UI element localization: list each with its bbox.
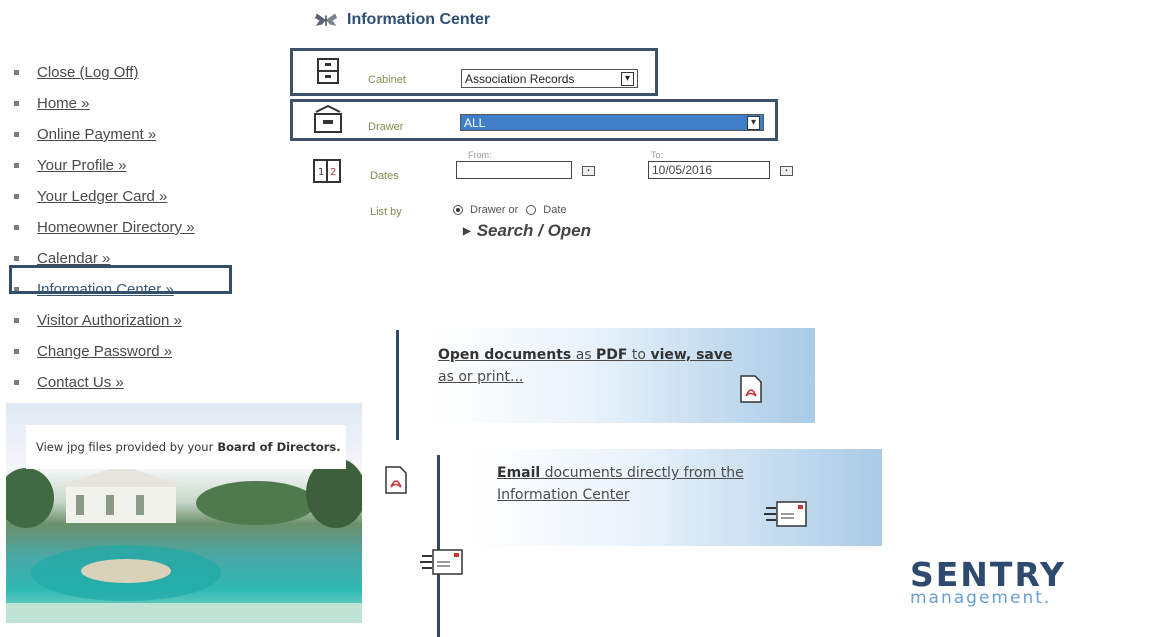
nav-link-close-log-off[interactable]: Close (Log Off): [37, 64, 138, 81]
nav-item-visitor-authorization[interactable]: Visitor Authorization »: [14, 305, 195, 336]
email-callout-line: [437, 455, 440, 637]
cabinet-select-value: Association Records: [465, 71, 575, 86]
sentry-management-logo: SENTRY management.: [910, 555, 1066, 608]
drawer-select[interactable]: ALL ▾: [460, 114, 764, 131]
bullet-icon: [14, 349, 19, 354]
nav-link-visitor-authorization[interactable]: Visitor Authorization »: [37, 312, 182, 329]
play-triangle-icon: ▶: [463, 225, 471, 237]
chevron-down-icon: ▾: [620, 71, 634, 86]
svg-text:1: 1: [318, 167, 324, 178]
radio-date[interactable]: [526, 205, 537, 215]
radio-drawer[interactable]: [453, 205, 463, 215]
radio-drawer-label: Drawer or: [470, 204, 519, 216]
nav-item-close[interactable]: Close (Log Off): [14, 57, 195, 88]
email-icon: [764, 501, 807, 527]
bullet-icon: [14, 163, 19, 168]
nav-link-your-profile[interactable]: Your Profile »: [37, 157, 127, 174]
bullet-icon: [14, 70, 19, 75]
pdf-icon: [385, 466, 407, 494]
sidebar-nav: Close (Log Off) Home » Online Payment » …: [14, 57, 195, 398]
list-by-label: List by: [370, 206, 402, 218]
bullet-icon: [14, 225, 19, 230]
photo-caption: View jpg files provided by your Board of …: [26, 425, 346, 469]
nav-item-contact-us[interactable]: Contact Us »: [14, 367, 195, 398]
drawer-label: Drawer: [368, 121, 404, 133]
drawer-select-value: ALL: [464, 115, 486, 130]
nav-link-online-payment[interactable]: Online Payment »: [37, 126, 156, 143]
nav-link-contact-us[interactable]: Contact Us »: [37, 374, 124, 391]
nav-item-change-password[interactable]: Change Password »: [14, 336, 195, 367]
nav-link-home[interactable]: Home »: [37, 95, 90, 112]
bullet-icon: [14, 256, 19, 261]
bullet-icon: [14, 101, 19, 106]
nav-link-ledger-card[interactable]: Your Ledger Card »: [37, 188, 167, 205]
nav-item-homeowner-directory[interactable]: Homeowner Directory »: [14, 212, 195, 243]
nav-item-your-profile[interactable]: Your Profile »: [14, 150, 195, 181]
dates-label: Dates: [370, 170, 399, 182]
page-title: Information Center: [347, 11, 491, 28]
to-calendar-button[interactable]: ▪: [780, 166, 793, 176]
cabinet-label: Cabinet: [368, 74, 406, 86]
search-open-button[interactable]: ▶ Search / Open: [463, 221, 591, 241]
to-date-input[interactable]: 10/05/2016: [648, 161, 770, 179]
radio-date-label: Date: [543, 204, 567, 216]
svg-text:2: 2: [330, 167, 336, 178]
email-callout-text: Email documents directly from the Inform…: [497, 465, 744, 503]
calendar-icon: 1 2: [313, 159, 341, 183]
nav-link-change-password[interactable]: Change Password »: [37, 343, 172, 360]
active-nav-highlight: [9, 265, 232, 294]
bullet-icon: [14, 380, 19, 385]
nav-item-ledger-card[interactable]: Your Ledger Card »: [14, 181, 195, 212]
nav-item-online-payment[interactable]: Online Payment »: [14, 119, 195, 150]
cabinet-icon: [317, 58, 339, 84]
email-icon: [420, 549, 463, 575]
from-calendar-button[interactable]: ▪: [582, 166, 595, 176]
resort-pool-photo: View jpg files provided by your Board of …: [6, 403, 362, 623]
search-open-label: Search / Open: [476, 221, 592, 240]
bullet-icon: [14, 318, 19, 323]
page-header: Information Center: [313, 5, 490, 35]
bullet-icon: [14, 132, 19, 137]
list-by-options: Drawer or Date: [453, 204, 567, 216]
from-date-input[interactable]: [456, 161, 572, 179]
nav-item-home[interactable]: Home »: [14, 88, 195, 119]
cabinet-select[interactable]: Association Records ▾: [461, 69, 638, 88]
pdf-callout-line: [396, 330, 399, 440]
bullet-icon: [14, 194, 19, 199]
pdf-icon: [740, 375, 762, 403]
from-label: From:: [468, 150, 492, 160]
nav-link-homeowner-directory[interactable]: Homeowner Directory »: [37, 219, 195, 236]
butterfly-icon: [314, 13, 338, 26]
chevron-down-icon: ▾: [746, 115, 760, 130]
to-label: To:: [651, 150, 664, 160]
drawer-icon: [314, 104, 342, 133]
